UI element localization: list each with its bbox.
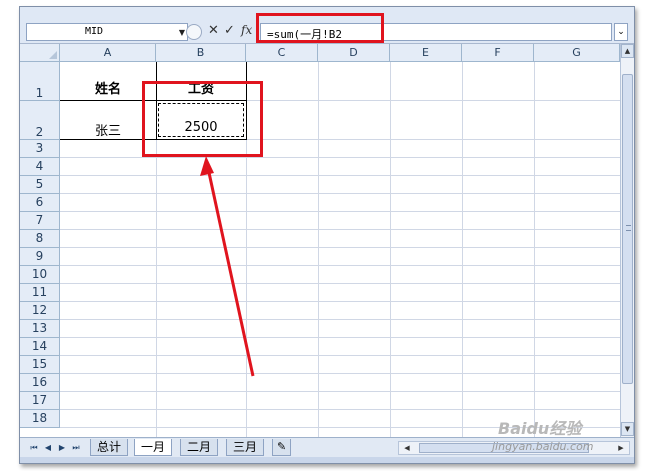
arrow-head <box>200 156 214 176</box>
annotation-arrow <box>200 156 255 377</box>
watermark-url: jingyan.baidu.com <box>492 440 594 453</box>
arrow-shaft <box>206 167 255 377</box>
watermark-logo: Baidu经验 <box>498 419 582 438</box>
